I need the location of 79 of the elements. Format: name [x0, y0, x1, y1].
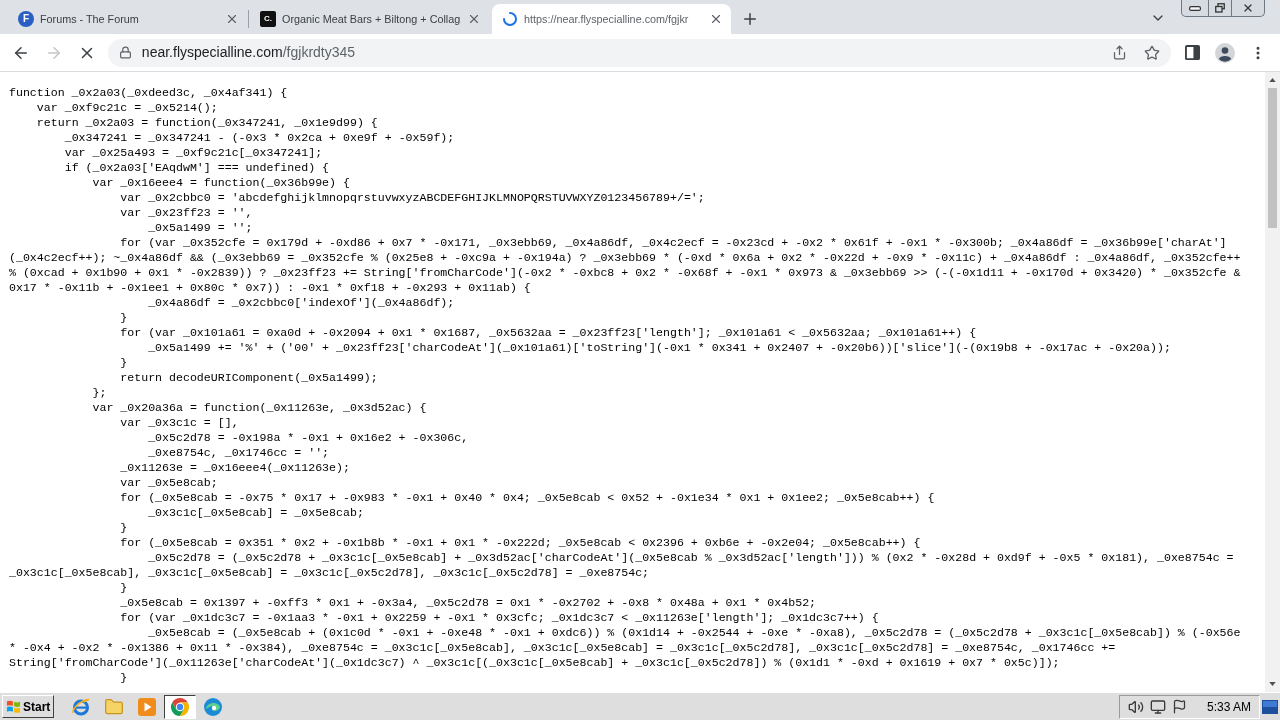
- code-line: var _0xf9c21c = _0x5214();: [36, 101, 218, 114]
- code-line: function _0x2a03(_0xdeed3c, _0x4af341) {: [9, 86, 288, 99]
- url-text: near.flyspecialline.com/fgjkrdty345: [141, 43, 356, 62]
- code-line: var _0x20a36a = function(_0x11263e, _0x3d52ac) {: [92, 401, 427, 414]
- code-line: for (_0x5e8cab = 0x351 * 0x2 + -0x1b8b * -0x1 + 0x1 * -0x222d; _0x5e8cab < 0x2396 + 0xb6e + -0x2e04; _0x5e8cab++) {: [120, 536, 921, 549]
- code-line: _0x5a1499 += '%' + ('00' + _0x23ff23['charCodeAt'](_0x101a61)['toString'](-0x1 * 0x341 + 0x2407 + -0x20b6))['slice'](-(0x19b8 + -0x17ac + -0x20a));: [148, 341, 1171, 354]
- code-line: for (var _0x352cfe = 0x179d + -0xd86 + 0x7 * -0x171, _0x3ebb69, _0x4a86df, _0x4c2ecf = -0x23cd + -0x2 * 0x61f + -0x1 * -0x300b; _0x4a86df = _0x36b99e['charAt']: [120, 236, 1227, 249]
- play-icon: [137, 696, 157, 717]
- tab-title: Organic Meat Bars + Biltong + Collag: [282, 11, 461, 27]
- code-line: }: [120, 521, 128, 534]
- tab-title: https://near.flyspecialline.com/fgjkr: [524, 11, 690, 27]
- tab-title: Forums - The Forum: [40, 11, 140, 27]
- code-line: }: [120, 671, 128, 684]
- code-line: var _0x16eee4 = function(_0x36b99e) {: [92, 176, 350, 189]
- address-bar[interactable]: near.flyspecialline.com/fgjkrdty345: [107, 38, 1172, 67]
- globe-ring-icon: [71, 696, 91, 717]
- code-line: var _0x2cbbc0 = 'abcdefghijklmnopqrstuvwxyzABCDEFGHIJKLMNOPQRSTUVWXYZ0123456789+/=';: [120, 191, 705, 204]
- code-line: _0x5e8cab = 0x1397 + -0xff3 * 0x1 + -0x3a4, _0x5c2d78 = 0x1 * -0x2702 + -0x8 * 0x48a + 0x1 * 0x4b52;: [120, 596, 817, 609]
- clock-text[interactable]: 5:33 AM: [1206, 697, 1251, 716]
- code-line: _0x4a86df = _0x2cbbc0['indexOf'](_0x4a86df);: [148, 296, 455, 309]
- code-line: if (_0x2a03['EAqdwM'] === undefined) {: [64, 161, 330, 174]
- lock-icon[interactable]: [118, 46, 132, 59]
- code-line: _0x5e8cab = (_0x5e8cab + (0x1c0d * -0x1 + -0xe48 * -0x1 + 0xdc6)) % (0x1d14 + -0x2544 + -0xe * -0xa8), _0x5c2d78 = (_0x5c2d78 + _0x3c1c[_0x5e8cab]) % (-0x56e: [148, 626, 1241, 639]
- speaker-icon[interactable]: [1127, 698, 1144, 715]
- code-line: var _0x25a493 = _0xf9c21c[_0x347241];: [64, 146, 323, 159]
- site-favicon: F: [18, 11, 34, 27]
- code-line: _0x5c2d78 = -0x198a * -0x1 + 0x16e2 + -0x306c,: [148, 431, 469, 444]
- code-line: }: [120, 581, 128, 594]
- code-line: % (0xcad + 0x1b90 + 0x1 * -0x2839)) ? _0x23ff23 += String['fromCharCode'](-0x2 * -0xbc8 + 0x2 * -0x68f + -0x1 * 0x973 & _0x3ebb69 >> (-(-0x1d11 + -0x170d + 0x3420) * _0x352cfe &: [9, 266, 1241, 279]
- code-line: String['fromCharCode'](_0x11263e['charCodeAt'](_0x1dc3c7) ^ _0x3c1c[(_0x3c1c[_0x5e8cab] + _0x3c1c[_0x5c2d78]) % (0x1d1 * -0xd + 0x1619 + 0x7 * 0x5c)]);: [9, 656, 1060, 669]
- restore-icon: [1215, 3, 1225, 13]
- code-line: for (var _0x101a61 = 0xa0d + -0x2094 + 0x1 * 0x1687, _0x5632aa = _0x23ff23['length']; _0x101a61 < _0x5632aa; _0x101a61++) {: [120, 326, 977, 339]
- close-icon: [1242, 2, 1254, 14]
- code-line: return decodeURIComponent(_0x5a1499);: [120, 371, 378, 384]
- taskbar-app-button[interactable]: [164, 694, 196, 719]
- code-line: var _0x5e8cab;: [120, 476, 218, 489]
- code-line: };: [92, 386, 107, 399]
- code-line: for (_0x5e8cab = -0x75 * 0x17 + -0x983 * -0x1 + 0x40 * 0x4; _0x5e8cab < 0x52 + -0x1e34 * 0x1 + 0x1ee2; _0x5e8cab++) {: [120, 491, 935, 504]
- minimize-icon: [1189, 5, 1201, 11]
- code-line: * -0x4 + -0x2 * -0x1386 + 0x11 * -0x384), _0xe8754c = _0x3c1c[_0x5e8cab], _0x3c1c[_0x5e8cab] = _0x3c1c[_0x5c2d78], _0x3c1c[_0x5c2d78] = _0xe8754c, _0x1746cc +=: [9, 641, 1116, 654]
- site-favicon: C.: [260, 11, 276, 27]
- code-line: }: [120, 356, 128, 369]
- browser-tab[interactable]: F Forums - The Forum: [8, 4, 247, 34]
- code-line: _0x3c1c[_0x5e8cab], _0x3c1c[_0x5e8cab] = _0x3c1c[_0x5c2d78], _0x3c1c[_0x5c2d78] = _0xe8754c;: [9, 566, 650, 579]
- code-line: _0xe8754c, _0x1746cc = '';: [148, 446, 330, 459]
- scroll-down-icon[interactable]: [1269, 682, 1276, 686]
- folder-icon: [104, 696, 124, 717]
- close-icon[interactable]: [467, 12, 481, 26]
- code-line: _0x11263e = _0x16eee4(_0x11263e);: [120, 461, 350, 474]
- browser-tab[interactable]: C. Organic Meat Bars + Biltong + Collag: [250, 4, 489, 34]
- code-line: 0x17 * -0x11b + -0x1ee1 + 0x80c * 0x7)) : -0x1 * 0xf18 + -0x293 + 0x11ab) {: [9, 281, 531, 294]
- star-icon[interactable]: [1144, 44, 1161, 61]
- code-line: return _0x2a03 = function(_0x347241, _0x1e9d99) {: [36, 116, 378, 129]
- avatar-silhouette-icon: [1215, 42, 1236, 63]
- monitor-icon[interactable]: [1149, 698, 1166, 715]
- code-line: _0x5c2d78 = (_0x5c2d78 + _0x3c1c[_0x5e8cab] + _0x3d52ac['charCodeAt'](_0x5e8cab % _0x3d52ac['length'])) % (0x2 * -0x28d + 0xd9f + -0x5 * 0x181), _0xe8754c =: [148, 551, 1234, 564]
- code-line: var _0x3c1c = [],: [120, 416, 239, 429]
- close-icon[interactable]: [225, 12, 239, 26]
- code-line: (_0x4c2ecf++); ~_0x4a86df && (_0x3ebb69 = _0x352cfe % (0x25e8 + -0xc9a + -0x194a) ? _0x3ebb69 * (-0xd * 0x6a + 0x2 * -0x22d + -0x9 * -0x11c) + _0x4a86df : _0x4a86df, _0x352cfe++: [9, 251, 1241, 264]
- swirl-icon: [203, 696, 223, 717]
- browser-logo-icon: [170, 696, 190, 717]
- close-icon[interactable]: [709, 12, 723, 26]
- code-line: for (var _0x1dc3c7 = -0x1aa3 * -0x1 + 0x2259 + -0x1 * 0x3cfc; _0x1dc3c7 < _0x11263e['length']; _0x1dc3c7++) {: [120, 611, 879, 624]
- code-line: _0x347241 = _0x347241 - (-0x3 * 0x2ca + 0xe9f + -0x59f);: [64, 131, 455, 144]
- code-line: }: [120, 311, 128, 324]
- screen-icon[interactable]: [1262, 699, 1278, 714]
- browser-tab[interactable]: https://near.flyspecialline.com/fgjkr: [492, 4, 731, 34]
- share-icon[interactable]: [1112, 45, 1128, 60]
- four-color-flag-icon: [6, 699, 21, 714]
- code-line: _0x5a1499 = '';: [148, 221, 253, 234]
- scroll-up-icon[interactable]: [1269, 78, 1276, 82]
- loading-spinner-icon: [502, 11, 518, 27]
- code-line: var _0x23ff23 = '',: [120, 206, 253, 219]
- start-button[interactable]: Start: [2, 695, 54, 718]
- flag-icon[interactable]: [1171, 699, 1187, 714]
- scrollbar[interactable]: [1265, 72, 1280, 692]
- scrollbar-thumb[interactable]: [1268, 88, 1277, 228]
- side-panel-icon: [1184, 45, 1200, 60]
- code-line: _0x3c1c[_0x5e8cab] = _0x5e8cab;: [148, 506, 364, 519]
